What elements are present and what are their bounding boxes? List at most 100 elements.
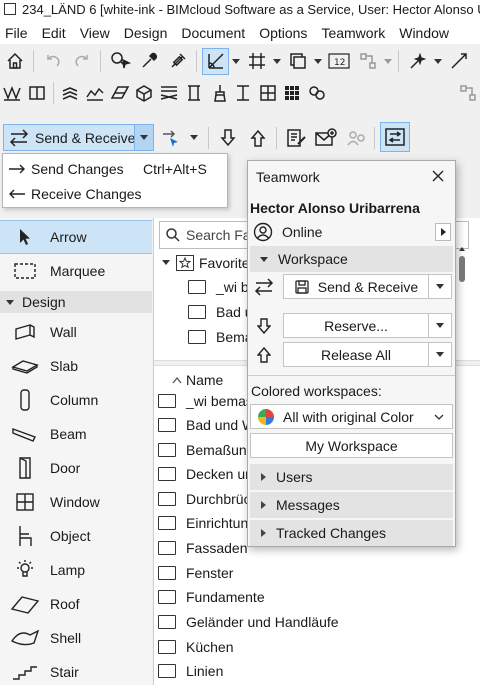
tool-slab[interactable]: Slab (0, 349, 152, 383)
chevron-down-icon (162, 260, 170, 265)
undo-icon[interactable] (39, 48, 66, 75)
menu-file[interactable]: File (0, 25, 37, 41)
layer-combination-icon[interactable] (284, 48, 311, 75)
edit-note-icon[interactable] (282, 124, 309, 151)
design-section-header[interactable]: Design (0, 291, 152, 313)
tool-beam[interactable]: Beam (0, 417, 152, 451)
tool-arrow[interactable]: Arrow (0, 220, 152, 254)
chevron-down-icon[interactable] (382, 48, 394, 75)
menu-document[interactable]: Document (176, 25, 254, 41)
magic-wand-icon[interactable] (404, 48, 431, 75)
status-expand-button[interactable] (435, 223, 451, 241)
structure-disabled-icon[interactable] (456, 80, 479, 107)
send-receive-dropdown-button[interactable] (134, 124, 154, 151)
chevron-down-icon[interactable] (187, 124, 201, 151)
folder-icon (158, 565, 176, 580)
folder-label: Fassaden (186, 539, 248, 556)
send-receive-button[interactable]: Send & Receive (283, 274, 429, 299)
folder-icon (158, 515, 176, 530)
window-element-icon[interactable] (256, 80, 279, 107)
message-icon[interactable] (312, 124, 339, 151)
palette-title-bar[interactable]: Teamwork (248, 163, 455, 191)
users-section-header[interactable]: Users (250, 464, 453, 490)
menu-item-label: Receive Changes (31, 186, 142, 202)
beam-profile-icon[interactable] (232, 80, 255, 107)
folder-row[interactable]: Fenster (154, 560, 480, 585)
guide-lines-icon[interactable] (202, 47, 229, 75)
my-workspace-button[interactable]: My Workspace (250, 433, 453, 458)
release-icon[interactable] (244, 124, 271, 151)
morph-icon[interactable] (158, 80, 181, 107)
structure-icon[interactable] (354, 48, 381, 75)
reserve-icon[interactable] (214, 124, 241, 151)
intersect-icon[interactable] (59, 80, 82, 107)
split-icon[interactable] (26, 80, 49, 107)
app-icon (4, 3, 16, 15)
menu-item-receive-changes[interactable]: Receive Changes (3, 182, 227, 206)
tool-object[interactable]: Object (0, 519, 152, 553)
users-disabled-icon[interactable] (342, 124, 369, 151)
send-arrow-icon (3, 164, 31, 174)
menu-design[interactable]: Design (119, 25, 177, 41)
send-receive-toolbar-button[interactable]: Send & Receive (3, 124, 153, 151)
folder-label: Bemaßung (186, 441, 255, 458)
redo-icon[interactable] (68, 48, 95, 75)
reserve-options-button[interactable] (428, 313, 452, 338)
tool-label: Lamp (50, 562, 86, 578)
folder-icon (158, 663, 176, 678)
brush-icon[interactable] (207, 80, 230, 107)
profile-icon[interactable] (84, 80, 107, 107)
syringe-icon[interactable] (164, 48, 191, 75)
menu-view[interactable]: View (75, 25, 119, 41)
column-tool-icon[interactable] (182, 80, 205, 107)
folder-row[interactable]: Geländer und Handläufe (154, 609, 480, 634)
messages-section-header[interactable]: Messages (250, 492, 453, 518)
folder-label: Linien (186, 662, 224, 679)
find-select-icon[interactable] (106, 48, 133, 75)
teamwork-palette-toggle-icon[interactable] (380, 122, 410, 152)
teamwork-scrollbar[interactable] (457, 246, 467, 286)
tool-column[interactable]: Column (0, 383, 152, 417)
chevron-down-icon[interactable] (312, 48, 324, 75)
close-icon[interactable] (431, 169, 445, 183)
workspace-section-header[interactable]: Workspace (250, 246, 453, 272)
release-options-button[interactable] (428, 342, 452, 367)
tool-marquee[interactable]: Marquee (0, 254, 152, 288)
tool-door[interactable]: Door (0, 451, 152, 485)
tool-roof[interactable]: Roof (0, 587, 152, 621)
tool-stair[interactable]: Stair (0, 655, 152, 685)
grid-fill-icon[interactable] (281, 80, 304, 107)
tool-shell[interactable]: Shell (0, 621, 152, 655)
solid-ops-icon[interactable] (133, 80, 156, 107)
tool-label: Arrow (50, 229, 87, 245)
menu-item-send-changes[interactable]: Send Changes Ctrl+Alt+S (3, 157, 227, 181)
menu-teamwork[interactable]: Teamwork (316, 25, 394, 41)
chevron-down-icon[interactable] (230, 48, 242, 75)
reserve-button[interactable]: Reserve... (283, 313, 429, 338)
folder-row[interactable]: Küchen (154, 634, 480, 659)
suggest-icon[interactable] (157, 124, 184, 151)
grid-snap-icon[interactable] (243, 48, 270, 75)
menu-edit[interactable]: Edit (37, 25, 75, 41)
menu-window[interactable]: Window (394, 25, 458, 41)
home-icon[interactable] (1, 48, 28, 75)
release-all-button[interactable]: Release All (283, 342, 429, 367)
chevron-down-icon[interactable] (271, 48, 283, 75)
colored-workspaces-select[interactable]: All with original Color (250, 404, 453, 429)
folder-row[interactable]: Linien (154, 658, 480, 683)
tool-wall[interactable]: Wall (0, 315, 152, 349)
scale-icon[interactable]: 12 (325, 48, 352, 75)
send-receive-options-button[interactable] (428, 274, 452, 299)
tool-lamp[interactable]: Lamp (0, 553, 152, 587)
folder-row[interactable]: Fundamente (154, 584, 480, 609)
eyedropper-icon[interactable] (135, 48, 162, 75)
link-icon[interactable] (306, 80, 329, 107)
tracked-changes-section-header[interactable]: Tracked Changes (250, 520, 453, 546)
menu-options[interactable]: Options (254, 25, 316, 41)
roof-edit-icon[interactable] (1, 80, 24, 107)
arrange-icon[interactable] (445, 48, 472, 75)
tool-window[interactable]: Window (0, 485, 152, 519)
folder-icon (158, 540, 176, 555)
chevron-down-icon[interactable] (432, 48, 444, 75)
slab-tool-icon[interactable] (108, 80, 131, 107)
